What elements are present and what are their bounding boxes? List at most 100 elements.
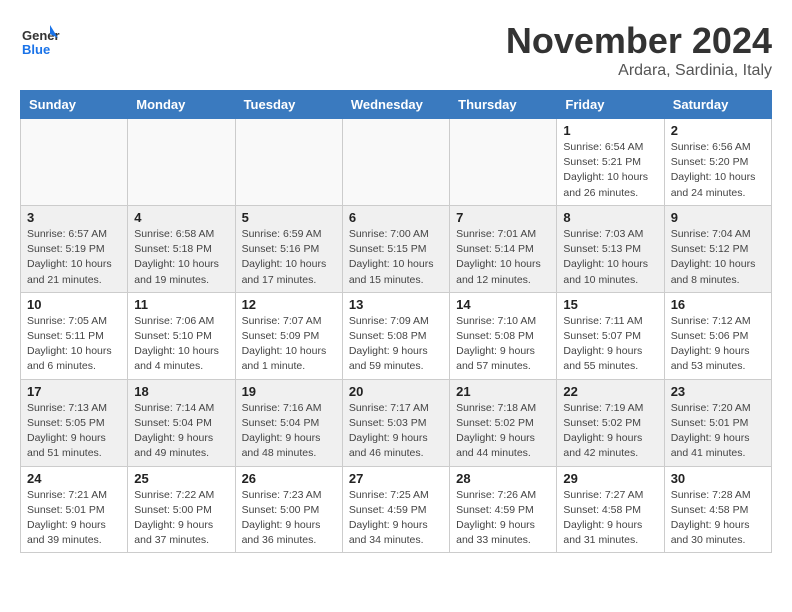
weekday-header-saturday: Saturday [664, 91, 771, 119]
day-info: Sunrise: 7:17 AM Sunset: 5:03 PM Dayligh… [349, 401, 443, 462]
calendar-cell: 1Sunrise: 6:54 AM Sunset: 5:21 PM Daylig… [557, 119, 664, 206]
day-info: Sunrise: 6:58 AM Sunset: 5:18 PM Dayligh… [134, 227, 228, 288]
day-info: Sunrise: 7:23 AM Sunset: 5:00 PM Dayligh… [242, 488, 336, 549]
weekday-header-wednesday: Wednesday [342, 91, 449, 119]
weekday-header-tuesday: Tuesday [235, 91, 342, 119]
calendar-cell: 29 Sunrise: 7:27 AM Sunset: 4:58 PM Dayli… [557, 466, 664, 553]
day-info: Sunrise: 7:27 AM Sunset: 4:58 PM Dayligh… [563, 488, 657, 549]
day-info: Sunrise: 7:05 AM Sunset: 5:11 PM Dayligh… [27, 314, 121, 375]
title-block: November 2024 Ardara, Sardinia, Italy [506, 20, 772, 80]
calendar-cell: 25Sunrise: 7:22 AM Sunset: 5:00 PM Dayli… [128, 466, 235, 553]
calendar-cell: 16 Sunrise: 7:12 AM Sunset: 5:06 PM Dayli… [664, 292, 771, 379]
day-info: Sunrise: 7:04 AM Sunset: 5:12 PM Dayligh… [671, 227, 765, 288]
day-number: 8 [563, 210, 657, 225]
calendar-cell: 8 Sunrise: 7:03 AM Sunset: 5:13 PM Daylig… [557, 205, 664, 292]
day-info: Sunrise: 7:25 AM Sunset: 4:59 PM Dayligh… [349, 488, 443, 549]
day-info: Sunrise: 7:14 AM Sunset: 5:04 PM Dayligh… [134, 401, 228, 462]
day-info: Sunrise: 7:07 AM Sunset: 5:09 PM Dayligh… [242, 314, 336, 375]
calendar-cell: 12Sunrise: 7:07 AM Sunset: 5:09 PM Dayli… [235, 292, 342, 379]
calendar-cell: 18Sunrise: 7:14 AM Sunset: 5:04 PM Dayli… [128, 379, 235, 466]
calendar-cell: 17 Sunrise: 7:13 AM Sunset: 5:05 PM Dayli… [21, 379, 128, 466]
day-info: Sunrise: 7:03 AM Sunset: 5:13 PM Dayligh… [563, 227, 657, 288]
calendar-cell: 27 Sunrise: 7:25 AM Sunset: 4:59 PM Dayli… [342, 466, 449, 553]
calendar-cell: 30Sunrise: 7:28 AM Sunset: 4:58 PM Dayli… [664, 466, 771, 553]
day-number: 27 [349, 471, 443, 486]
day-number: 15 [563, 297, 657, 312]
day-number: 17 [27, 384, 121, 399]
weekday-header-monday: Monday [128, 91, 235, 119]
calendar-cell: 5Sunrise: 6:59 AM Sunset: 5:16 PM Daylig… [235, 205, 342, 292]
calendar-cell: 9 Sunrise: 7:04 AM Sunset: 5:12 PM Daylig… [664, 205, 771, 292]
calendar-cell: 14Sunrise: 7:10 AM Sunset: 5:08 PM Dayli… [450, 292, 557, 379]
week-row-4: 17 Sunrise: 7:13 AM Sunset: 5:05 PM Dayli… [21, 379, 772, 466]
weekday-header-row: SundayMondayTuesdayWednesdayThursdayFrid… [21, 91, 772, 119]
svg-text:Blue: Blue [22, 42, 50, 57]
day-info: Sunrise: 7:01 AM Sunset: 5:14 PM Dayligh… [456, 227, 550, 288]
day-number: 9 [671, 210, 765, 225]
week-row-2: 3 Sunrise: 6:57 AM Sunset: 5:19 PM Daylig… [21, 205, 772, 292]
calendar-cell: 19 Sunrise: 7:16 AM Sunset: 5:04 PM Dayli… [235, 379, 342, 466]
day-info: Sunrise: 7:20 AM Sunset: 5:01 PM Dayligh… [671, 401, 765, 462]
week-row-3: 10 Sunrise: 7:05 AM Sunset: 5:11 PM Dayli… [21, 292, 772, 379]
calendar-cell: 21 Sunrise: 7:18 AM Sunset: 5:02 PM Dayli… [450, 379, 557, 466]
day-info: Sunrise: 7:11 AM Sunset: 5:07 PM Dayligh… [563, 314, 657, 375]
day-number: 7 [456, 210, 550, 225]
day-info: Sunrise: 7:13 AM Sunset: 5:05 PM Dayligh… [27, 401, 121, 462]
weekday-header-friday: Friday [557, 91, 664, 119]
day-number: 29 [563, 471, 657, 486]
weekday-header-thursday: Thursday [450, 91, 557, 119]
week-row-1: 1Sunrise: 6:54 AM Sunset: 5:21 PM Daylig… [21, 119, 772, 206]
calendar-cell: 4 Sunrise: 6:58 AM Sunset: 5:18 PM Daylig… [128, 205, 235, 292]
calendar-cell [450, 119, 557, 206]
day-number: 10 [27, 297, 121, 312]
calendar-cell: 24 Sunrise: 7:21 AM Sunset: 5:01 PM Dayli… [21, 466, 128, 553]
day-info: Sunrise: 7:16 AM Sunset: 5:04 PM Dayligh… [242, 401, 336, 462]
month-title: November 2024 [506, 20, 772, 62]
day-info: Sunrise: 6:57 AM Sunset: 5:19 PM Dayligh… [27, 227, 121, 288]
day-info: Sunrise: 7:21 AM Sunset: 5:01 PM Dayligh… [27, 488, 121, 549]
day-number: 3 [27, 210, 121, 225]
day-number: 19 [242, 384, 336, 399]
day-info: Sunrise: 7:06 AM Sunset: 5:10 PM Dayligh… [134, 314, 228, 375]
day-info: Sunrise: 7:00 AM Sunset: 5:15 PM Dayligh… [349, 227, 443, 288]
day-info: Sunrise: 6:54 AM Sunset: 5:21 PM Dayligh… [563, 140, 657, 201]
day-info: Sunrise: 7:19 AM Sunset: 5:02 PM Dayligh… [563, 401, 657, 462]
calendar-cell [128, 119, 235, 206]
calendar-cell: 7 Sunrise: 7:01 AM Sunset: 5:14 PM Daylig… [450, 205, 557, 292]
calendar-cell: 3 Sunrise: 6:57 AM Sunset: 5:19 PM Daylig… [21, 205, 128, 292]
week-row-5: 24 Sunrise: 7:21 AM Sunset: 5:01 PM Dayli… [21, 466, 772, 553]
logo-icon: General Blue [20, 20, 60, 60]
calendar-cell: 11 Sunrise: 7:06 AM Sunset: 5:10 PM Dayli… [128, 292, 235, 379]
location: Ardara, Sardinia, Italy [506, 62, 772, 80]
day-number: 21 [456, 384, 550, 399]
day-number: 26 [242, 471, 336, 486]
day-number: 16 [671, 297, 765, 312]
day-number: 11 [134, 297, 228, 312]
calendar-cell: 15 Sunrise: 7:11 AM Sunset: 5:07 PM Dayli… [557, 292, 664, 379]
calendar-table: SundayMondayTuesdayWednesdayThursdayFrid… [20, 90, 772, 553]
day-number: 24 [27, 471, 121, 486]
day-number: 5 [242, 210, 336, 225]
day-number: 14 [456, 297, 550, 312]
day-info: Sunrise: 7:12 AM Sunset: 5:06 PM Dayligh… [671, 314, 765, 375]
calendar-cell [342, 119, 449, 206]
day-number: 4 [134, 210, 228, 225]
calendar-cell [235, 119, 342, 206]
calendar-cell: 22 Sunrise: 7:19 AM Sunset: 5:02 PM Dayli… [557, 379, 664, 466]
calendar-cell: 2Sunrise: 6:56 AM Sunset: 5:20 PM Daylig… [664, 119, 771, 206]
calendar-cell: 13 Sunrise: 7:09 AM Sunset: 5:08 PM Dayli… [342, 292, 449, 379]
day-number: 22 [563, 384, 657, 399]
day-number: 23 [671, 384, 765, 399]
day-info: Sunrise: 7:26 AM Sunset: 4:59 PM Dayligh… [456, 488, 550, 549]
day-info: Sunrise: 7:28 AM Sunset: 4:58 PM Dayligh… [671, 488, 765, 549]
calendar-cell: 26 Sunrise: 7:23 AM Sunset: 5:00 PM Dayli… [235, 466, 342, 553]
day-info: Sunrise: 6:56 AM Sunset: 5:20 PM Dayligh… [671, 140, 765, 201]
weekday-header-sunday: Sunday [21, 91, 128, 119]
day-info: Sunrise: 7:22 AM Sunset: 5:00 PM Dayligh… [134, 488, 228, 549]
day-number: 13 [349, 297, 443, 312]
day-info: Sunrise: 7:09 AM Sunset: 5:08 PM Dayligh… [349, 314, 443, 375]
day-number: 20 [349, 384, 443, 399]
logo: General Blue [20, 20, 64, 60]
day-info: Sunrise: 7:18 AM Sunset: 5:02 PM Dayligh… [456, 401, 550, 462]
calendar-cell: 23 Sunrise: 7:20 AM Sunset: 5:01 PM Dayli… [664, 379, 771, 466]
